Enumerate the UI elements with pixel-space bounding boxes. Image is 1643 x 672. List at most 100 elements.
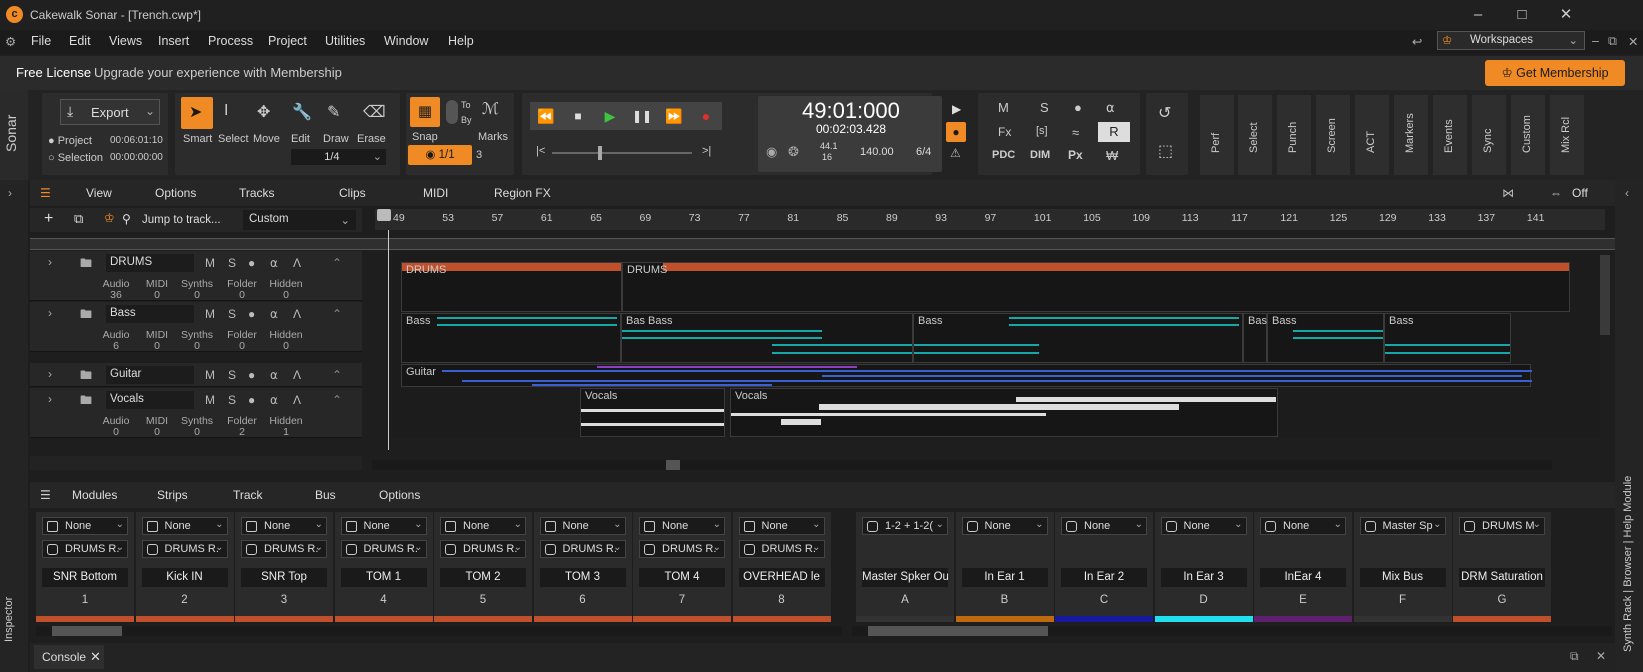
- record-arm-icon[interactable]: ●: [248, 307, 255, 321]
- tempo-value[interactable]: 140.00: [860, 146, 894, 158]
- clip-vocals[interactable]: Vocals: [730, 388, 1278, 437]
- track-menu-midi[interactable]: MIDI: [423, 186, 448, 200]
- horizontal-scrollbar[interactable]: [372, 460, 1552, 470]
- loop-icon[interactable]: ↺: [1158, 103, 1171, 123]
- jump-to-track-icon[interactable]: ⚲: [122, 212, 131, 226]
- menu-file[interactable]: File: [31, 34, 51, 48]
- clip-bass[interactable]: Bass: [401, 313, 621, 363]
- menu-window[interactable]: Window: [384, 34, 428, 48]
- close-icon[interactable]: ✕: [1544, 0, 1588, 30]
- automation-icon[interactable]: Λ: [293, 393, 301, 407]
- smart-tool-button[interactable]: ➤: [181, 97, 213, 129]
- marks-icon[interactable]: ℳ: [482, 99, 499, 119]
- module-screen[interactable]: Screen: [1316, 95, 1350, 175]
- module-perf[interactable]: Perf: [1200, 95, 1234, 175]
- input-dropdown[interactable]: None ⌄: [440, 517, 526, 535]
- output-dropdown[interactable]: DRUMS R. ⌄: [738, 540, 825, 558]
- clip-vocals[interactable]: Vocals: [580, 388, 725, 437]
- record-arm-icon[interactable]: ●: [248, 393, 255, 407]
- tool-resolution-dropdown[interactable]: 1/4 ⌄: [291, 149, 386, 165]
- clip-bass[interactable]: Bass: [913, 313, 1243, 363]
- menu-views[interactable]: Views: [109, 34, 142, 48]
- headphones-icon[interactable]: ⍺: [1106, 100, 1115, 116]
- w-icon[interactable]: ₩: [1106, 148, 1118, 163]
- strip-name[interactable]: TOM 3: [539, 568, 626, 587]
- ibeam-icon[interactable]: I: [224, 102, 228, 120]
- module-custom[interactable]: Custom: [1511, 95, 1545, 175]
- output-dropdown[interactable]: Master Sp ⌄: [1359, 517, 1446, 535]
- bus-name[interactable]: DRM Saturation: [1459, 568, 1545, 587]
- app-menu-icon[interactable]: ⚙: [5, 34, 16, 49]
- tab-close-icon[interactable]: ✕: [1596, 649, 1606, 663]
- console-menu-track[interactable]: Track: [233, 488, 263, 502]
- output-dropdown[interactable]: DRUMS M ⌄: [1459, 517, 1545, 535]
- hamburger-icon[interactable]: ☰: [40, 488, 51, 502]
- strip-name[interactable]: TOM 4: [639, 568, 725, 587]
- track-menu-options[interactable]: Options: [155, 186, 196, 200]
- input-echo-icon[interactable]: ⍺: [270, 393, 278, 407]
- record-button[interactable]: ●: [690, 102, 722, 130]
- track-preset-dropdown[interactable]: Custom ⌄: [243, 210, 356, 230]
- console-scroll-thumb[interactable]: [868, 626, 1048, 636]
- count-in-icon[interactable]: ❂: [788, 144, 799, 160]
- mute-button[interactable]: M: [205, 256, 215, 270]
- eraser-icon[interactable]: ⌫: [363, 102, 386, 122]
- get-membership-button[interactable]: ♔ Get Membership: [1485, 60, 1625, 86]
- hamburger-icon[interactable]: ☰: [40, 186, 51, 200]
- mute-all-button[interactable]: M: [998, 100, 1009, 115]
- output-dropdown[interactable]: DRUMS R. ⌄: [340, 540, 427, 558]
- menu-process[interactable]: Process: [208, 34, 253, 48]
- time-display[interactable]: 49:01:000 00:02:03.428 ◉ ❂ 44.1 16 140.0…: [758, 96, 942, 172]
- expand-icon[interactable]: ›: [48, 367, 52, 381]
- bus-name[interactable]: In Ear 3: [1160, 568, 1247, 587]
- horizontal-scrollbar-thumb[interactable]: [666, 460, 680, 470]
- strip-name[interactable]: Kick IN: [141, 568, 228, 587]
- dim-button[interactable]: DIM: [1030, 149, 1050, 161]
- track-bass[interactable]: › 🖿 Bass M S ● ⍺ Λ ⌃ Audio 6 MIDI 0 Synths…: [30, 302, 362, 352]
- pdc-button[interactable]: PDC: [992, 149, 1015, 161]
- input-dropdown[interactable]: None ⌄: [42, 517, 128, 535]
- menu-edit[interactable]: Edit: [69, 34, 91, 48]
- automation-icon[interactable]: Λ: [293, 368, 301, 382]
- clip-bass[interactable]: Bas: [1243, 313, 1267, 363]
- strip-name[interactable]: TOM 1: [340, 568, 427, 587]
- menu-utilities[interactable]: Utilities: [325, 34, 365, 48]
- snap-toggle-icon[interactable]: ⋈: [1502, 186, 1514, 200]
- bus-name[interactable]: Mix Bus: [1359, 568, 1446, 587]
- strip-name[interactable]: TOM 2: [440, 568, 526, 587]
- restore-layout-icon[interactable]: ↩: [1412, 34, 1422, 49]
- expand-left-icon[interactable]: ›: [8, 186, 12, 200]
- strip-name[interactable]: SNR Top: [241, 568, 327, 587]
- strip-name[interactable]: OVERHEAD le: [738, 568, 825, 587]
- input-dropdown[interactable]: None ⌄: [141, 517, 228, 535]
- bus-name[interactable]: In Ear 1: [961, 568, 1048, 587]
- output-dropdown[interactable]: None ⌄: [961, 517, 1048, 535]
- collapse-icon[interactable]: ⌃: [332, 368, 342, 382]
- clip-bass[interactable]: Bass Bas: [621, 313, 913, 363]
- solo-button[interactable]: S: [228, 393, 236, 407]
- clip-bass[interactable]: Bass: [1384, 313, 1511, 363]
- output-dropdown[interactable]: None ⌄: [1061, 517, 1147, 535]
- menu-help[interactable]: Help: [448, 34, 474, 48]
- collapse-icon[interactable]: ⌃: [332, 256, 342, 270]
- console-scroll-thumb[interactable]: [52, 626, 122, 636]
- record-arm-icon[interactable]: ●: [248, 368, 255, 382]
- mute-button[interactable]: M: [205, 307, 215, 321]
- pencil-icon[interactable]: ✎: [327, 102, 340, 122]
- input-echo-icon[interactable]: ⍺: [270, 368, 278, 382]
- fast-forward-button[interactable]: ⏩: [658, 102, 690, 130]
- output-dropdown[interactable]: None ⌄: [1260, 517, 1346, 535]
- auto-scroll-icon[interactable]: ⇔: [1550, 186, 1562, 200]
- warning-icon[interactable]: ⚠: [950, 146, 961, 160]
- workspaces-dropdown[interactable]: ♔ Workspaces ⌄: [1437, 31, 1585, 50]
- track-menu-tracks[interactable]: Tracks: [239, 186, 275, 200]
- project-radio[interactable]: ● Project: [48, 135, 92, 147]
- input-dropdown[interactable]: None ⌄: [639, 517, 725, 535]
- module-select[interactable]: Select: [1238, 95, 1272, 175]
- bus-name[interactable]: In Ear 2: [1061, 568, 1147, 587]
- snap-value-dropdown[interactable]: ◉ 1/1: [408, 145, 472, 165]
- track-drums[interactable]: › 🖿 DRUMS M S ● ⍺ Λ ⌃ Audio 36 MIDI 0 Synt…: [30, 251, 362, 301]
- mute-button[interactable]: M: [205, 368, 215, 382]
- output-dropdown[interactable]: DRUMS R. ⌄: [440, 540, 526, 558]
- clip-drums[interactable]: DRUMS: [401, 262, 622, 312]
